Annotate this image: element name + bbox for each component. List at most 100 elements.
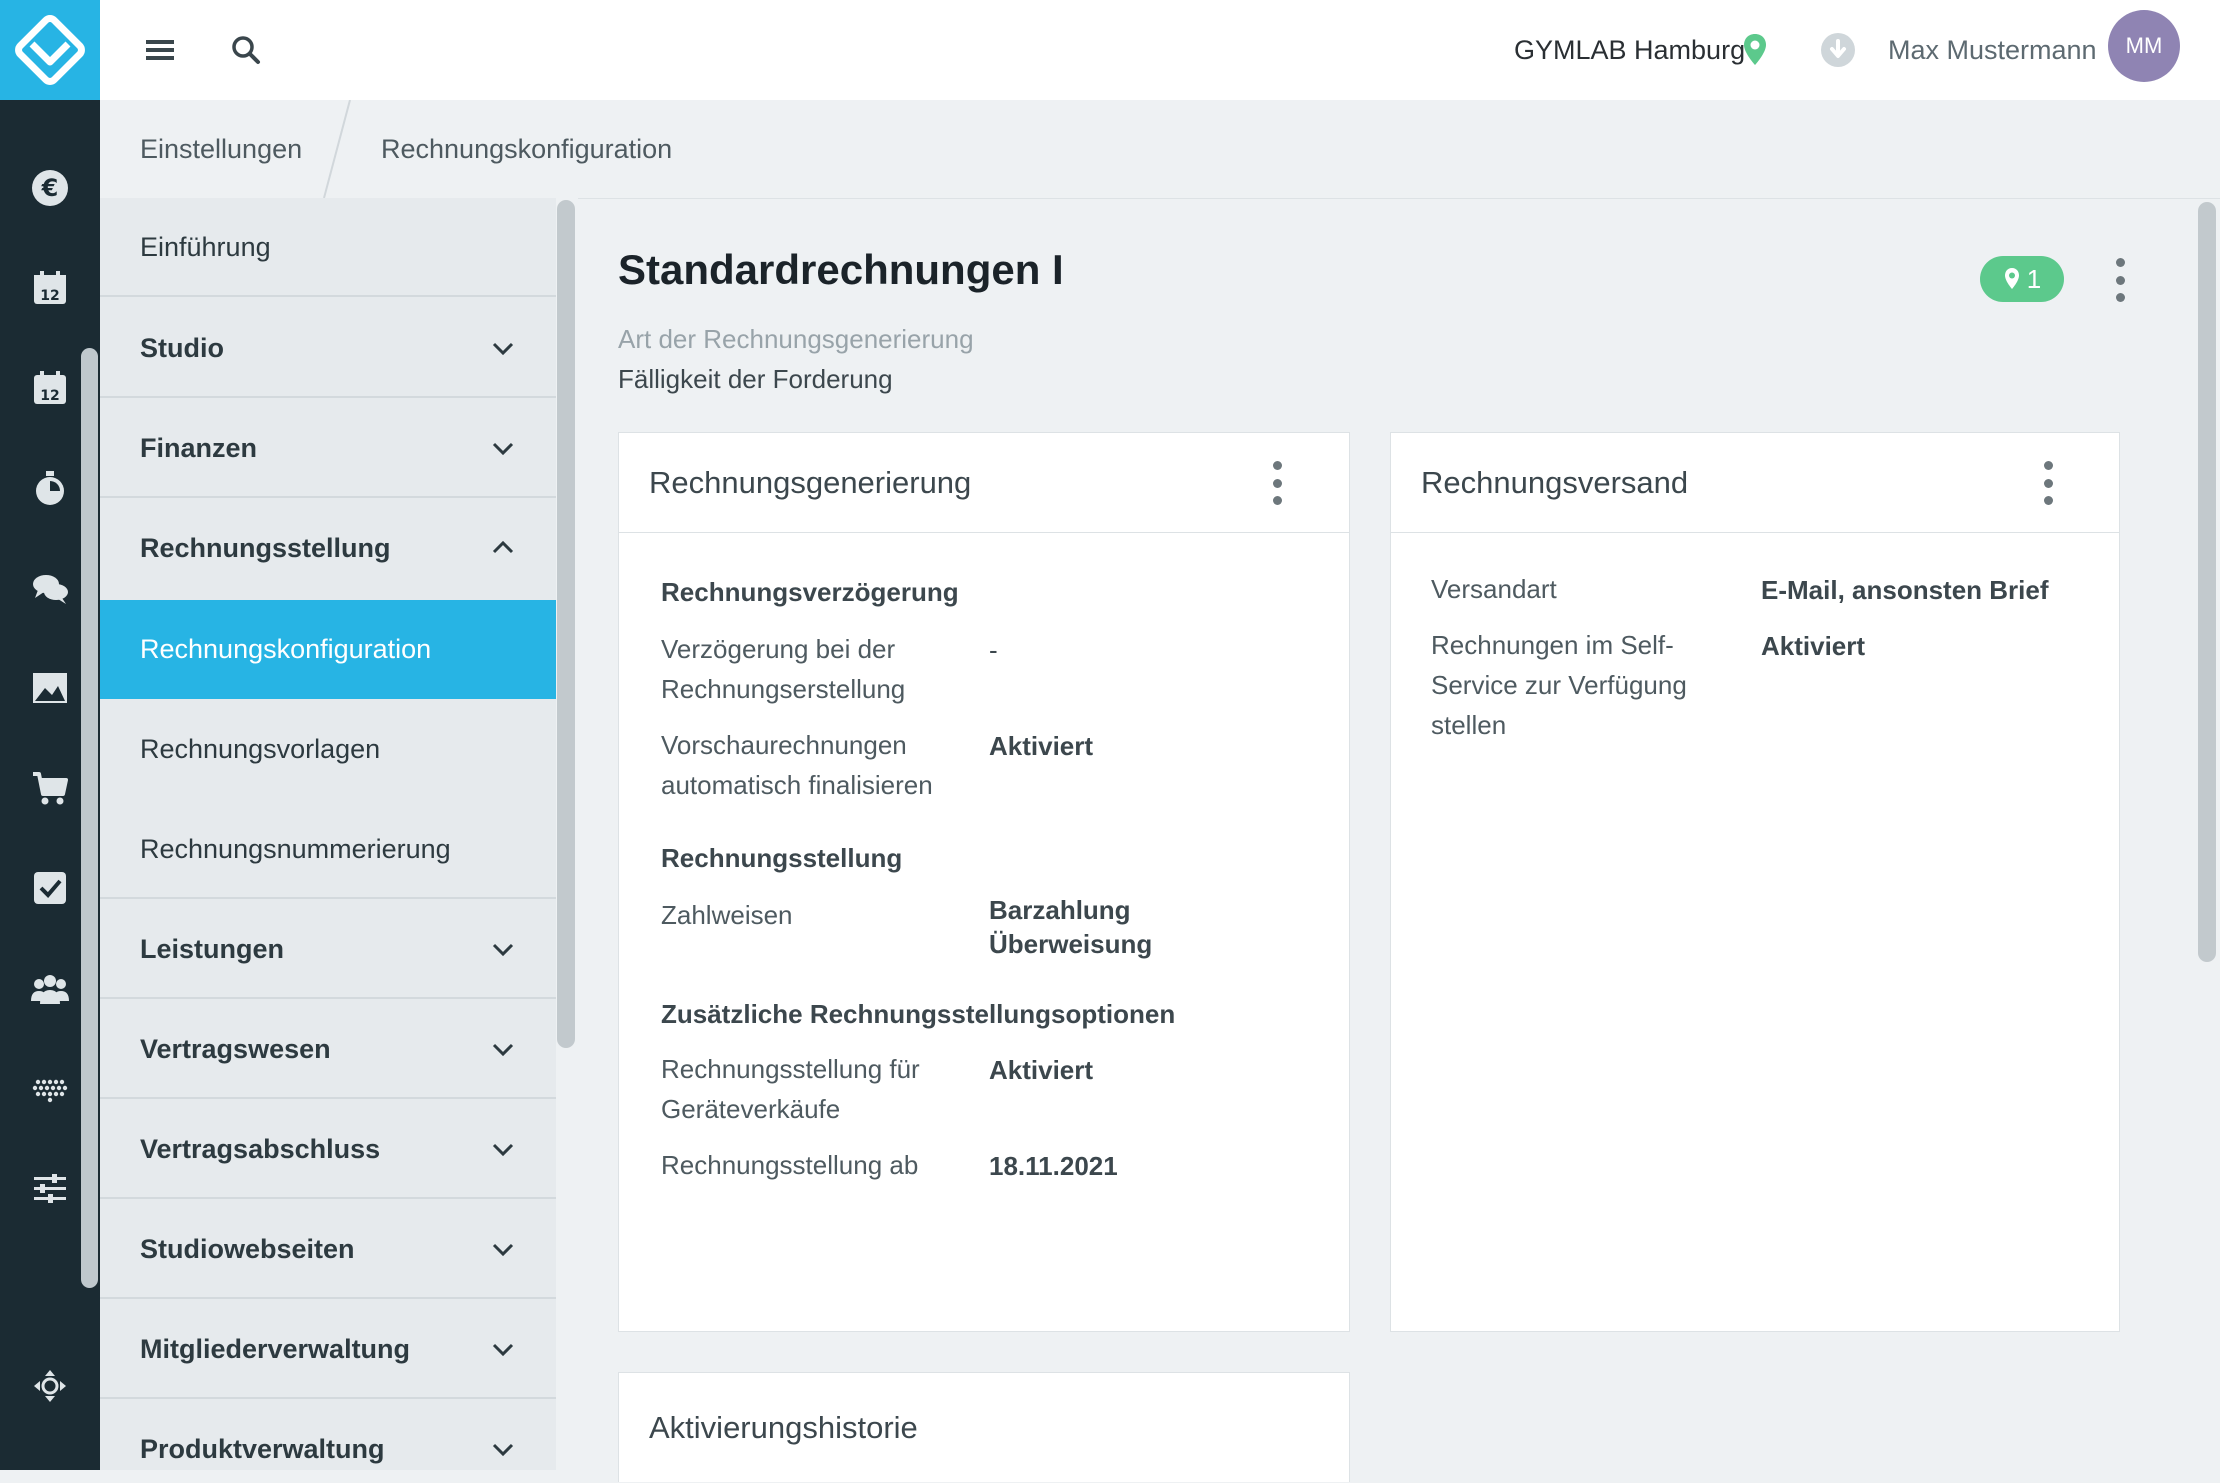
svg-text:12: 12 (40, 388, 59, 404)
search-icon[interactable] (226, 30, 266, 70)
location-badge-count: 1 (2026, 263, 2042, 294)
chevron-up-icon (492, 540, 514, 554)
nav-item-produktverwaltung[interactable]: Produktverwaltung (100, 1400, 556, 1470)
svg-text:12: 12 (40, 288, 59, 304)
nav-item-vertragsabschluss[interactable]: Vertragsabschluss (100, 1100, 556, 1199)
nav-subitem-rechnungsnummerierung[interactable]: Rechnungsnummerierung (100, 800, 556, 899)
card-title: Rechnungsversand (1421, 465, 1689, 500)
nav-item-label: Einführung (140, 232, 271, 262)
card-title: Rechnungsgenerierung (649, 465, 972, 500)
chevron-down-icon (492, 342, 514, 356)
page-subtitle: Fälligkeit der Forderung (618, 364, 893, 394)
breadcrumb-item-current: Rechnungskonfiguration (381, 134, 673, 164)
nav-item-studio[interactable]: Studio (100, 299, 556, 398)
nav-item-label: Finanzen (140, 433, 258, 463)
nav-subitem-rechnungsvorlagen[interactable]: Rechnungsvorlagen (100, 700, 556, 799)
field-value: Aktiviert (989, 731, 1094, 761)
nav-item-label: Rechnungskonfiguration (140, 634, 432, 664)
field-value: 18.11.2021 (989, 1151, 1118, 1181)
field-label: Rechnungen im Self-Service zur Verfügung… (1431, 630, 1687, 740)
nav-item-mitgliederverwaltung[interactable]: Mitgliederverwaltung (100, 1300, 556, 1399)
nav-item-vertragswesen[interactable]: Vertragswesen (100, 1000, 556, 1099)
chevron-down-icon (492, 1043, 514, 1057)
nav-item-finanzen[interactable]: Finanzen (100, 399, 556, 498)
crosshair-icon[interactable] (24, 1360, 76, 1412)
nav-item-label: Rechnungsnummerierung (140, 834, 451, 864)
settings-nav: Einführung Studio Finanzen Rechnungsstel… (100, 198, 556, 1470)
main-scrollbar[interactable] (2198, 202, 2216, 962)
card-invoice-generation: Rechnungsgenerierung Rechnungsverzögerun… (618, 432, 1350, 1332)
card-header: Rechnungsversand (1391, 433, 2119, 533)
breadcrumb-item-settings[interactable]: Einstellungen (140, 134, 302, 165)
nav-item-studiowebseiten[interactable]: Studiowebseiten (100, 1200, 556, 1299)
field-value: Überweisung (989, 929, 1153, 959)
avatar[interactable]: MM (2108, 10, 2180, 82)
chevron-down-icon (492, 1443, 514, 1457)
nav-item-label: Rechnungsstellung (140, 533, 391, 563)
nav-item-einfuehrung[interactable]: Einführung (100, 198, 556, 297)
nav-item-label: Leistungen (140, 934, 285, 964)
nav-item-label: Vertragswesen (140, 1034, 331, 1064)
nav-item-rechnungsstellung[interactable]: Rechnungsstellung (100, 499, 556, 598)
section-heading: Rechnungsstellung (661, 843, 903, 873)
field-value: Aktiviert (1761, 631, 1866, 661)
field-label: Verzögerung bei der Rechnungserstellung (661, 634, 906, 704)
chevron-down-icon (492, 1243, 514, 1257)
breadcrumb-separator (323, 100, 351, 198)
card-header: Rechnungsgenerierung (619, 433, 1349, 533)
more-options-icon[interactable] (1267, 461, 1287, 505)
nav-scrollbar[interactable] (557, 200, 575, 1048)
location-badge[interactable]: 1 (1980, 256, 2064, 302)
field-value: Barzahlung (989, 895, 1131, 925)
more-options-icon[interactable] (2038, 461, 2058, 505)
field-value: E-Mail, ansonsten Brief (1761, 575, 2049, 605)
nav-item-label: Studio (140, 333, 224, 363)
nav-item-leistungen[interactable]: Leistungen (100, 900, 556, 999)
app-logo[interactable] (0, 0, 100, 100)
card-invoice-dispatch: Rechnungsversand Versandart E-Mail, anso… (1390, 432, 2120, 1332)
field-label: Rechnungsstellung für Geräteverkäufe (661, 1054, 920, 1124)
user-name[interactable]: Max Mustermann (1888, 30, 2097, 70)
card-title: Aktivierungshistorie (649, 1410, 918, 1445)
calendar-icon[interactable]: 12 (24, 262, 76, 314)
field-label: Rechnungsstellung ab (661, 1150, 919, 1180)
page-subtitle: Art der Rechnungsgenerierung (618, 324, 974, 354)
chevron-down-icon (492, 943, 514, 957)
hamburger-menu-icon[interactable] (140, 30, 180, 70)
nav-item-label: Mitgliederverwaltung (140, 1334, 411, 1364)
page-title: Standardrechnungen I (618, 246, 1064, 293)
nav-item-label: Rechnungsvorlagen (140, 734, 381, 764)
chevron-down-icon (492, 442, 514, 456)
users-icon[interactable] (24, 962, 76, 1014)
location-pin-icon[interactable] (1740, 32, 1770, 68)
nav-item-label: Produktverwaltung (140, 1434, 385, 1464)
chevron-down-icon (492, 1343, 514, 1357)
location-pin-icon (2004, 268, 2019, 289)
calendar-icon[interactable]: 12 (24, 362, 76, 414)
section-heading: Rechnungsverzögerung (661, 577, 959, 607)
studio-selector[interactable]: GYMLAB Hamburg (1514, 30, 1745, 70)
dots-grid-icon[interactable] (24, 1062, 76, 1114)
cart-icon[interactable] (24, 762, 76, 814)
nav-item-label: Studiowebseiten (140, 1234, 355, 1264)
rail-scrollbar[interactable] (81, 348, 98, 1288)
more-options-icon[interactable] (2110, 258, 2130, 302)
field-label: Zahlweisen (661, 900, 793, 930)
field-value: - (989, 635, 998, 665)
nav-item-label: Vertragsabschluss (140, 1134, 381, 1164)
field-label: Vorschaurechnungen automatisch finalisie… (661, 730, 933, 800)
euro-icon[interactable]: € (24, 162, 76, 214)
svg-text:€: € (41, 174, 59, 202)
field-value: Aktiviert (989, 1055, 1094, 1085)
image-icon[interactable] (24, 662, 76, 714)
chevron-down-icon (492, 1143, 514, 1157)
logo-icon (15, 15, 85, 85)
nav-subitem-rechnungskonfiguration[interactable]: Rechnungskonfiguration (100, 600, 556, 699)
settings-sliders-icon[interactable] (24, 1162, 76, 1214)
download-icon[interactable] (1820, 32, 1856, 68)
chat-icon[interactable] (24, 562, 76, 614)
stopwatch-icon[interactable] (24, 462, 76, 514)
field-label: Versandart (1431, 574, 1557, 604)
section-heading: Zusätzliche Rechnungsstellungsoptionen (661, 999, 1176, 1029)
checkbox-icon[interactable] (24, 862, 76, 914)
